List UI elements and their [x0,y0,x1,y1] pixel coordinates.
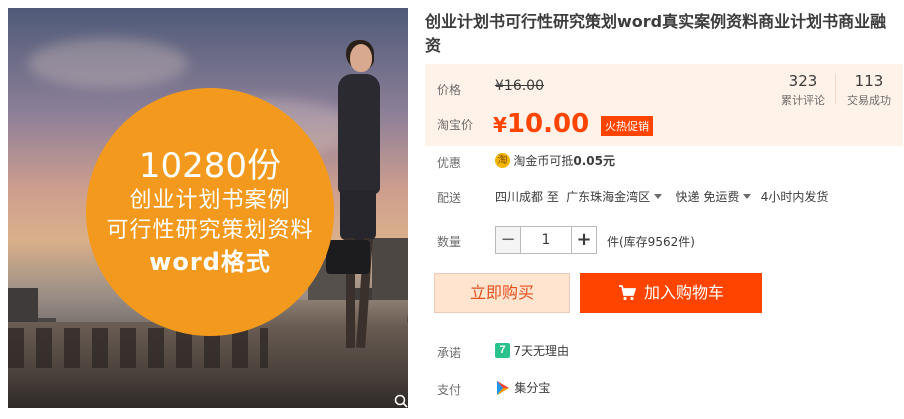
payment-label: 支付 [437,383,462,397]
product-title: 创业计划书可行性研究策划word真实案例资料商业计划书商业融资 [425,12,887,55]
shipping-method-selector[interactable]: 快递 免运费 [676,190,740,204]
buy-now-button[interactable]: 立即购买 [434,273,570,313]
promise-row: 承诺 7 7天无理由 [425,342,903,362]
payment-row: 支付 集分宝 [425,379,903,399]
promise-text: 7天无理由 [513,344,569,358]
increase-button[interactable]: + [571,226,597,254]
ship-from: 四川成都 至 [495,190,559,204]
shopping-cart-icon [618,285,636,301]
product-main-image[interactable]: 10280份 创业计划书案例 可行性研究策划资料 word格式 [8,8,408,408]
promo-badge: 火热促销 [601,116,653,136]
sales-count: 113 [854,72,884,90]
banner-line-1: 10280份 [138,146,282,186]
taobao-price-label: 淘宝价 [437,118,474,132]
promise-label: 承诺 [437,346,462,360]
taobao-price: ¥10.00 [493,109,589,139]
quantity-row: 数量 − 1 + 件(库存9562件) [425,226,903,254]
delivery-row: 配送 四川成都 至 广东珠海金湾区 快递 免运费 4小时内发货 [425,187,903,207]
review-label: 累计评论 [781,94,825,107]
sales-label: 交易成功 [847,94,891,107]
price-label: 价格 [437,83,462,97]
stat-divider [835,74,836,104]
banner-line-4: word格式 [149,248,271,276]
businesswoman-figure [326,40,396,364]
stock-text: 件(库存9562件) [607,235,695,249]
payment-text: 集分宝 [514,381,551,395]
delivery-content: 四川成都 至 广东珠海金湾区 快递 免运费 4小时内发货 [495,188,828,205]
taobao-coin-icon: 淘 [495,153,510,168]
quantity-input[interactable]: 1 [521,226,571,254]
payment-content[interactable]: 集分宝 [495,379,550,396]
original-price: ¥16.00 [495,78,544,94]
delivery-label: 配送 [437,191,462,205]
review-count: 323 [788,72,818,90]
review-stat[interactable]: 323 累计评论 [773,72,833,108]
currency-symbol: ¥ [493,113,507,137]
chevron-down-icon[interactable] [743,194,752,199]
discount-text: 淘金币可抵 [513,154,574,168]
chevron-down-icon[interactable] [654,194,663,199]
ship-to-selector[interactable]: 广东珠海金湾区 [566,190,650,204]
seven-day-return-icon: 7 [495,343,510,358]
discount-amount: 0.05元 [573,154,615,168]
decrease-button[interactable]: − [495,226,521,254]
add-to-cart-button[interactable]: 加入购物车 [580,273,762,313]
discount-content: 淘 淘金币可抵0.05元 [495,152,615,169]
sales-stat[interactable]: 113 交易成功 [839,72,899,108]
cloud-decoration [28,38,188,88]
quantity-label: 数量 [437,235,462,249]
quantity-stepper: − 1 + [495,226,597,254]
jifenbao-icon [497,380,509,395]
promise-content[interactable]: 7 7天无理由 [495,342,569,359]
add-to-cart-label: 加入购物车 [643,283,724,302]
discount-row: 优惠 淘 淘金币可抵0.05元 [425,152,903,172]
ship-time: 4小时内发货 [760,190,829,204]
price-panel: 价格 ¥16.00 323 累计评论 113 交易成功 淘宝价 ¥10.00 火… [425,64,903,146]
banner-line-3: 可行性研究策划资料 [106,218,314,243]
promo-circle-banner: 10280份 创业计划书案例 可行性研究策划资料 word格式 [86,88,334,336]
banner-line-2: 创业计划书案例 [129,188,291,213]
magnifier-icon[interactable] [394,394,408,408]
discount-label: 优惠 [437,156,462,170]
price-value: 10.00 [506,109,590,139]
